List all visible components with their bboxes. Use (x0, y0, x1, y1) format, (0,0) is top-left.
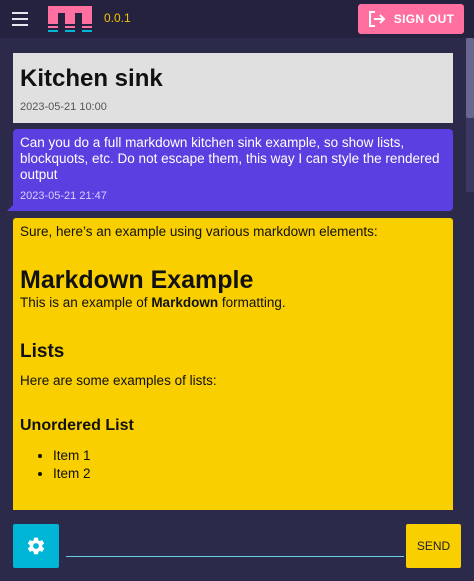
list-item: Item 2 (53, 465, 446, 483)
markdown-paragraph: Here are some examples of lists: (20, 373, 217, 388)
send-button[interactable]: SEND (406, 524, 461, 568)
hamburger-icon[interactable] (12, 12, 28, 26)
top-bar: 0.0.1 SIGN OUT (0, 0, 474, 38)
markdown-paragraph: This is an example of Markdown formattin… (20, 295, 446, 311)
user-message: Can you do a full markdown kitchen sink … (7, 129, 453, 211)
gear-icon (27, 537, 45, 555)
paragraph-bold-text: Markdown (151, 295, 219, 310)
paragraph-text: formatting. (218, 295, 286, 310)
assistant-message: Sure, here’s an example using various ma… (13, 218, 453, 510)
logout-icon (368, 11, 386, 27)
scrollbar-thumb[interactable] (466, 38, 474, 118)
markdown-h2: Lists (20, 341, 65, 362)
assistant-intro: Sure, here’s an example using various ma… (20, 224, 378, 239)
markdown-unordered-list: Item 1 Item 2 (20, 447, 446, 483)
message-timestamp: 2023-05-21 21:47 (20, 190, 107, 202)
chat-area[interactable]: Kitchen sink 2023-05-21 10:00 Can you do… (0, 38, 474, 510)
list-item: Item 1 (53, 447, 446, 465)
sign-out-button[interactable]: SIGN OUT (358, 4, 464, 34)
markdown-h3: Unordered List (20, 417, 134, 434)
user-message-text: Can you do a full markdown kitchen sink … (20, 135, 440, 182)
settings-button[interactable] (13, 524, 59, 568)
composer-bar: SEND (0, 510, 474, 581)
markdown-h1: Markdown Example (20, 266, 254, 294)
message-input[interactable] (66, 532, 404, 557)
conversation-title-card: Kitchen sink 2023-05-21 10:00 (13, 53, 453, 123)
app-logo (48, 6, 92, 32)
sign-out-label: SIGN OUT (393, 12, 455, 26)
app-version: 0.0.1 (104, 11, 131, 25)
paragraph-text: This is an example of (20, 295, 152, 310)
message-timestamp: 2023-05-21 10:00 (20, 101, 107, 113)
conversation-title: Kitchen sink (20, 65, 163, 92)
